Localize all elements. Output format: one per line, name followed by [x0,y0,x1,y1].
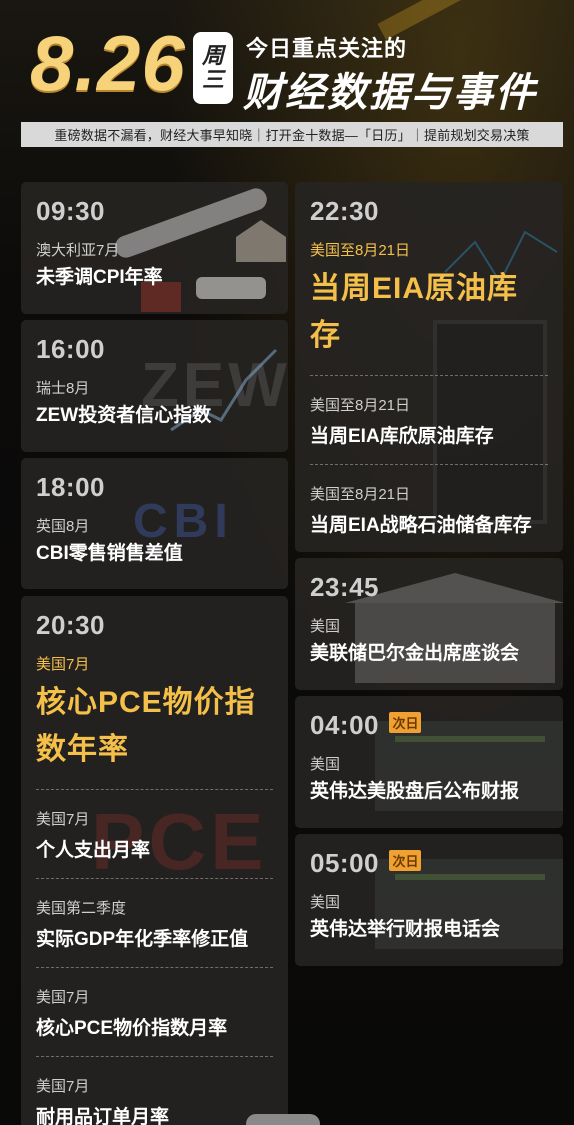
sub-event-region: 美国第二季度 [36,900,127,918]
sub-event-title: 当周EIA库欣原油库存 [310,426,494,448]
event-card-0400[interactable]: 04:00 次日 美国 英伟达美股盘后公布财报 [295,696,563,828]
event-region: 美国 [310,618,341,636]
event-region: 美国 [310,894,341,912]
event-time: 05:00 [310,848,379,878]
sub-event-title: 个人支出月率 [36,840,151,862]
sub-event-title: 实际GDP年化季率修正值 [36,929,249,951]
next-day-badge: 次日 [389,712,422,733]
weekday-bottom: 三 [201,67,224,92]
event-title: ZEW投资者信心指数 [36,405,212,427]
next-day-badge: 次日 [389,850,422,871]
divider [36,1056,273,1058]
event-region: 美国 [310,756,341,774]
divider [310,375,548,377]
event-card-0930[interactable]: 09:30 澳大利亚7月 未季调CPI年率 [21,182,288,314]
event-title-featured: 核心PCE物价指数年率 [36,686,256,766]
header: 8.26 周 三 今日重点关注的 财经数据与事件 [0,0,574,120]
event-region: 澳大利亚7月 [36,242,120,260]
divider [36,967,273,969]
sub-event-region: 美国7月 [36,811,90,829]
divider [36,878,273,880]
divider [310,464,548,466]
sub-event-region: 美国7月 [36,989,90,1007]
event-title: CBI零售销售差值 [36,543,183,565]
event-card-1800[interactable]: CBI 18:00 英国8月 CBI零售销售差值 [21,458,288,589]
scroll-indicator[interactable] [246,1114,320,1125]
sub-event-title: 耐用品订单月率 [36,1107,170,1125]
title-small: 今日重点关注的 [246,36,408,61]
event-title: 美联储巴尔金出席座谈会 [310,643,520,665]
event-card-1600[interactable]: ZEW 16:00 瑞士8月 ZEW投资者信心指数 [21,320,288,452]
sub-event-title: 核心PCE物价指数月率 [36,1018,228,1040]
event-region: 英国8月 [36,518,90,536]
event-time: 09:30 [36,196,105,226]
event-title: 英伟达举行财报电话会 [310,919,501,941]
weekday-badge: 周 三 [193,32,233,104]
event-time: 16:00 [36,334,105,364]
sub-event-region: 美国至8月21日 [310,397,411,415]
event-card-2345[interactable]: 23:45 美国 美联储巴尔金出席座谈会 [295,558,563,690]
event-time: 20:30 [36,610,105,640]
subtitle-bar: 重磅数据不漏看，财经大事早知晓｜打开金十数据—「日历」｜提前规划交易决策 [21,122,563,147]
event-title: 未季调CPI年率 [36,267,163,289]
event-title-featured: 当周EIA原油库存 [310,272,519,352]
event-title: 英伟达美股盘后公布财报 [310,781,520,803]
event-time: 22:30 [310,196,379,226]
event-time: 23:45 [310,572,379,602]
sub-event-region: 美国7月 [36,1078,90,1096]
weekday-top: 周 [201,42,224,68]
event-time: 18:00 [36,472,105,502]
event-region: 美国至8月21日 [310,242,411,260]
event-region: 瑞士8月 [36,380,90,398]
event-card-2030[interactable]: PCE 20:30 美国7月 核心PCE物价指数年率 美国7月 个人支出月率 美… [21,596,288,1125]
date-display: 8.26 [30,19,186,107]
title-large: 财经数据与事件 [243,71,537,115]
event-card-0500[interactable]: 05:00 次日 美国 英伟达举行财报电话会 [295,834,563,966]
event-time: 04:00 [310,710,379,740]
sub-event-region: 美国至8月21日 [310,486,411,504]
divider [36,789,273,791]
event-region: 美国7月 [36,656,90,674]
event-card-2230[interactable]: 22:30 美国至8月21日 当周EIA原油库存 美国至8月21日 当周EIA库… [295,182,563,552]
sub-event-title: 当周EIA战略石油储备库存 [310,515,532,537]
